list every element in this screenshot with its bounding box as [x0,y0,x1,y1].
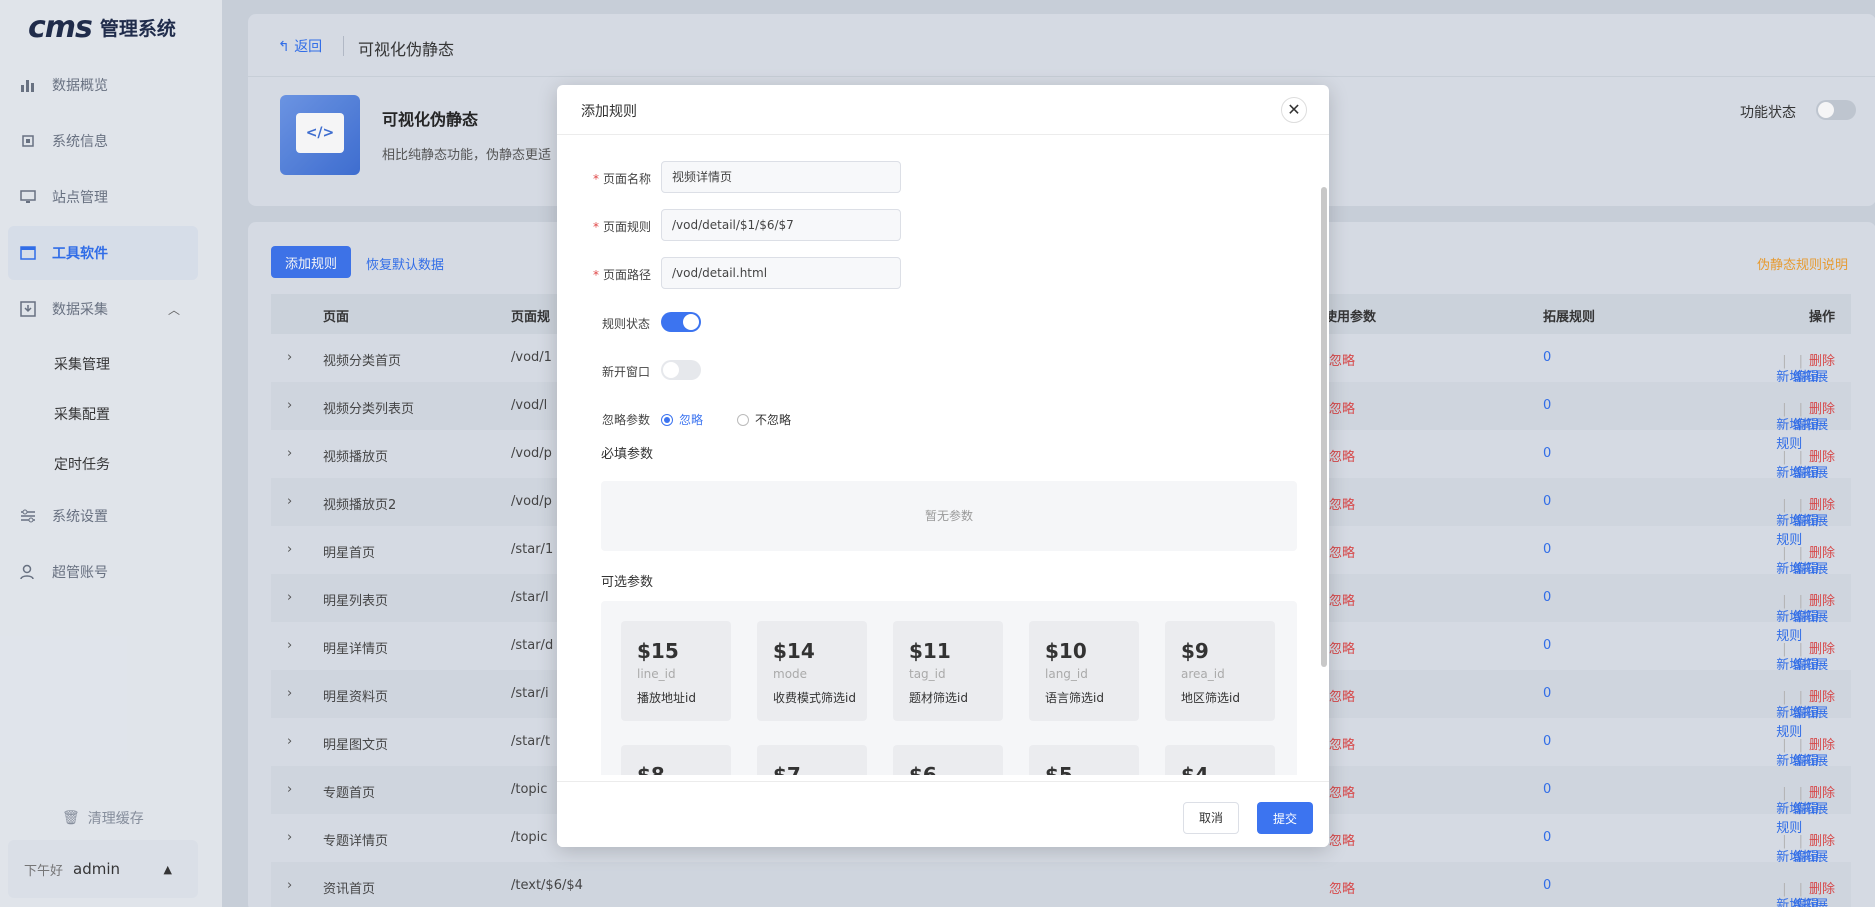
not-ignore-radio[interactable]: 不忽略 [737,411,791,428]
param-card[interactable]: $9 area_id 地区筛选id [1165,621,1275,721]
param-card[interactable]: $5 [1029,745,1139,775]
close-icon[interactable]: ✕ [1281,97,1307,123]
param-label: 题材筛选id [909,691,968,705]
param-number: $10 [1045,639,1087,663]
param-number: $14 [773,639,815,663]
page-rule-input[interactable]: /vod/detail/$1/$6/$7 [661,209,901,241]
param-card[interactable]: $14 mode 收费模式筛选id [757,621,867,721]
param-number: $15 [637,639,679,663]
dialog-title: 添加规则 [581,104,637,120]
rule-status-label: 规则状态 [602,317,651,331]
page-name-input[interactable]: 视频详情页 [661,161,901,193]
param-number: $4 [1181,763,1209,775]
page-rule-label: * 页面规则 [593,220,652,234]
cancel-button[interactable]: 取消 [1183,802,1239,834]
optional-params-panel: $15 line_id 播放地址id $14 mode 收费模式筛选id $11 tag_id… [601,601,1297,775]
new-window-toggle[interactable] [661,360,701,380]
param-key: mode [773,667,808,681]
param-card[interactable]: $6 [893,745,1003,775]
required-params-title: 必填参数 [601,447,654,462]
dialog-scrollbar[interactable] [1321,187,1327,667]
ignore-radio[interactable]: 忽略 [661,411,703,428]
ignore-params-label: 忽略参数 [602,413,651,427]
param-number: $7 [773,763,801,775]
param-card[interactable]: $8 [621,745,731,775]
dialog-body: * 页面名称 视频详情页 * 页面规则 /vod/detail/$1/$6/$7 *… [557,135,1329,775]
param-card[interactable]: $15 line_id 播放地址id [621,621,731,721]
param-number: $9 [1181,639,1209,663]
submit-button[interactable]: 提交 [1257,802,1313,834]
param-card[interactable]: $4 [1165,745,1275,775]
rule-status-toggle[interactable] [661,312,701,332]
param-label: 播放地址id [637,691,696,705]
page-path-label: * 页面路径 [593,268,652,282]
param-card[interactable]: $10 lang_id 语言筛选id [1029,621,1139,721]
param-label: 语言筛选id [1045,691,1104,705]
add-rule-dialog: 添加规则 ✕ * 页面名称 视频详情页 * 页面规则 /vod/detail/$1/… [557,85,1329,847]
required-params-empty: 暂无参数 [601,481,1297,551]
param-key: line_id [637,667,676,681]
param-number: $5 [1045,763,1073,775]
param-key: lang_id [1045,667,1088,681]
param-key: area_id [1181,667,1225,681]
dialog-footer: 取消 提交 [557,781,1329,847]
param-label: 地区筛选id [1181,691,1240,705]
param-number: $11 [909,639,951,663]
param-card[interactable]: $7 [757,745,867,775]
param-number: $8 [637,763,665,775]
dialog-header: 添加规则 ✕ [557,85,1329,135]
optional-params-title: 可选参数 [601,575,654,590]
param-label: 收费模式筛选id [773,691,856,705]
new-window-label: 新开窗口 [602,365,651,379]
param-key: tag_id [909,667,946,681]
page-path-input[interactable]: /vod/detail.html [661,257,901,289]
param-card[interactable]: $11 tag_id 题材筛选id [893,621,1003,721]
param-number: $6 [909,763,937,775]
page-name-label: * 页面名称 [593,172,652,186]
